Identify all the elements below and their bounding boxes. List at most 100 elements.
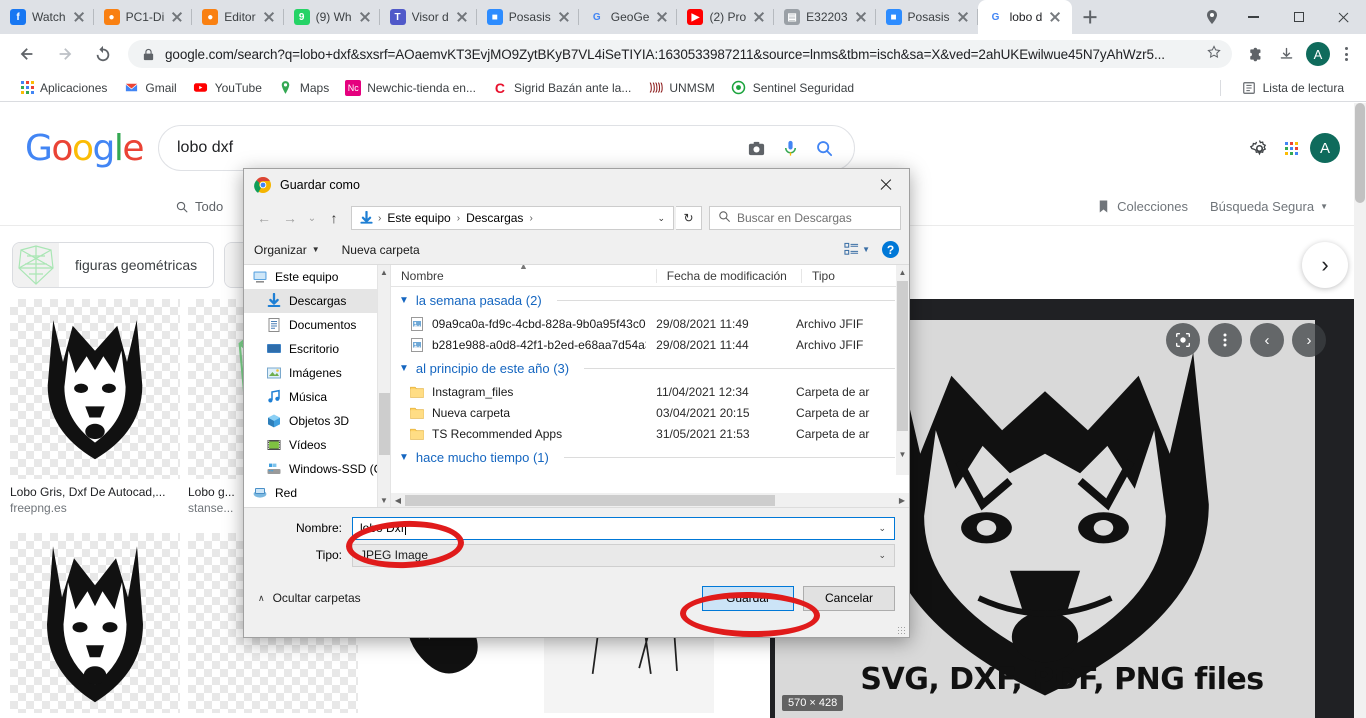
browser-tab-9[interactable]: ■ Posasis — [876, 0, 978, 34]
sidebar-scroll-down-icon[interactable]: ▼ — [378, 493, 390, 507]
table-row[interactable]: Nueva carpeta 03/04/2021 20:15 Carpeta de … — [391, 402, 909, 423]
file-list-hscrollbar[interactable]: ◀ ▶ — [391, 493, 909, 507]
browser-tab-5[interactable]: ■ Posasis — [477, 0, 579, 34]
file-group-header-2[interactable]: ▼ hace mucho tiempo (1) — [391, 444, 909, 470]
list-scroll-left-icon[interactable]: ◀ — [391, 496, 405, 505]
new-tab-button[interactable] — [1076, 3, 1104, 31]
table-row[interactable]: b281e988-a0d8-42f1-b2ed-e68aa7d54a37 29/0… — [391, 334, 909, 355]
column-header-type[interactable]: Tipo — [801, 269, 909, 283]
filename-input[interactable]: lobo Dxf ⌄ — [352, 516, 895, 540]
tab-close-icon[interactable] — [956, 10, 970, 24]
google-avatar[interactable]: A — [1310, 133, 1340, 163]
sidebar-item-v-deos[interactable]: Vídeos — [244, 433, 390, 457]
file-list-hscrollbar-thumb[interactable] — [405, 494, 775, 506]
sidebar-scroll-up-icon[interactable]: ▲ — [378, 265, 390, 279]
tab-close-icon[interactable] — [262, 10, 276, 24]
cancel-button[interactable]: Cancelar — [803, 585, 895, 611]
downloads-icon[interactable] — [1273, 41, 1299, 67]
breadcrumb[interactable]: › Este equipo › Descargas › ⌄ — [351, 206, 674, 230]
bookmark-item-0[interactable]: Aplicaciones — [10, 77, 115, 99]
table-row[interactable] — [391, 470, 909, 473]
chevron-down-icon[interactable]: ▼ — [399, 363, 409, 374]
file-list-vscrollbar-thumb[interactable] — [897, 281, 908, 431]
tab-all[interactable]: Todo — [175, 199, 223, 214]
browser-tab-4[interactable]: T Visor d — [380, 0, 477, 34]
dialog-search-box[interactable]: Buscar en Descargas — [709, 206, 901, 230]
browser-tab-8[interactable]: ▤ E32203 — [774, 0, 876, 34]
safe-search-button[interactable]: Búsqueda Segura ▼ — [1210, 199, 1328, 214]
chips-next-button[interactable]: › — [1302, 242, 1348, 288]
browser-tab-10[interactable]: Globo d — [977, 0, 1073, 34]
prev-arrow-icon[interactable]: ‹ — [1250, 323, 1284, 357]
address-bar[interactable]: google.com/search?q=lobo+dxf&sxsrf=AOaem… — [128, 40, 1232, 68]
column-header-date[interactable]: Fecha de modificación — [655, 269, 801, 283]
list-scroll-down-icon[interactable]: ▼ — [896, 447, 909, 461]
tab-close-icon[interactable] — [358, 10, 372, 24]
tab-close-icon[interactable] — [557, 10, 571, 24]
tab-close-icon[interactable] — [1048, 10, 1062, 24]
file-group-header-0[interactable]: ▼ la semana pasada (2) — [391, 287, 909, 313]
related-chip-0[interactable]: figuras geométricas — [12, 242, 215, 288]
lens-icon[interactable] — [1166, 323, 1200, 357]
result-card[interactable]: Lobo Gris, Dxf De Autocad,... freepng.es — [10, 299, 180, 521]
sidebar-scrollbar-thumb[interactable] — [379, 393, 390, 455]
result-thumbnail[interactable] — [10, 533, 180, 713]
dialog-forward-button[interactable]: → — [278, 206, 302, 230]
dialog-up-button[interactable]: ↑ — [322, 206, 346, 230]
star-icon[interactable] — [1206, 44, 1222, 64]
dialog-close-button[interactable] — [869, 170, 903, 200]
more-options-icon[interactable] — [1208, 323, 1242, 357]
browser-tab-2[interactable]: ● Editor — [192, 0, 284, 34]
forward-button[interactable] — [51, 40, 79, 68]
search-icon[interactable] — [812, 136, 836, 160]
reading-list-button[interactable]: Lista de lectura — [1233, 77, 1352, 99]
sidebar-item-descargas[interactable]: Descargas — [244, 289, 390, 313]
microphone-icon[interactable] — [778, 136, 802, 160]
sidebar-item-im-genes[interactable]: Imágenes — [244, 361, 390, 385]
sidebar-item-documentos[interactable]: Documentos — [244, 313, 390, 337]
browser-tab-7[interactable]: ▶ (2) Pro — [677, 0, 775, 34]
chevron-down-icon[interactable]: ▼ — [399, 295, 409, 306]
search-input[interactable]: lobo dxf — [177, 139, 734, 157]
minimize-button[interactable] — [1231, 0, 1276, 34]
bookmark-item-2[interactable]: YouTube — [185, 77, 270, 99]
bookmark-item-4[interactable]: Nc Newchic-tienda en... — [337, 77, 484, 99]
bookmark-item-3[interactable]: Maps — [270, 77, 337, 99]
tab-close-icon[interactable] — [455, 10, 469, 24]
result-card[interactable] — [10, 533, 180, 718]
bookmark-item-7[interactable]: Sentinel Seguridad — [723, 77, 862, 99]
breadcrumb-item-downloads[interactable]: Descargas — [463, 211, 526, 225]
save-button[interactable]: Guardar — [702, 585, 794, 611]
chrome-menu-button[interactable] — [1334, 42, 1358, 66]
breadcrumb-dropdown-icon[interactable]: ⌄ — [649, 213, 673, 224]
sidebar-item-windows-ssd-c[interactable]: Windows-SSD (C — [244, 457, 390, 481]
filetype-select[interactable]: JPEG Image ⌄ — [352, 543, 895, 567]
new-folder-button[interactable]: Nueva carpeta — [342, 243, 420, 257]
table-row[interactable]: 09a9ca0a-fd9c-4cbd-828a-9b0a95f43c0c 29/0… — [391, 313, 909, 334]
filename-dropdown-icon[interactable]: ⌄ — [870, 523, 894, 534]
bookmark-item-6[interactable]: UNMSM — [639, 77, 722, 99]
tab-close-icon[interactable] — [854, 10, 868, 24]
hscroll-track[interactable] — [405, 494, 895, 506]
list-scroll-up-icon[interactable]: ▲ — [896, 265, 909, 279]
sidebar-scrollbar[interactable]: ▲ ▼ — [377, 265, 390, 507]
browser-tab-6[interactable]: G GeoGe — [579, 0, 678, 34]
bookmark-item-5[interactable]: C Sigrid Bazán ante la... — [484, 77, 639, 99]
browser-tab-3[interactable]: 9 (9) Wh — [284, 0, 380, 34]
google-search-bar[interactable]: lobo dxf — [158, 125, 855, 171]
sidebar-item-este-equipo[interactable]: Este equipo — [244, 265, 390, 289]
tab-close-icon[interactable] — [655, 10, 669, 24]
gear-icon[interactable] — [1247, 136, 1271, 160]
breadcrumb-item-this-pc[interactable]: Este equipo — [384, 211, 453, 225]
dialog-refresh-button[interactable]: ↻ — [676, 206, 702, 230]
camera-icon[interactable] — [744, 136, 768, 160]
sidebar-item-escritorio[interactable]: Escritorio — [244, 337, 390, 361]
sidebar-item-red[interactable]: Red — [244, 481, 390, 505]
profile-pin-icon[interactable] — [1199, 4, 1225, 30]
reload-button[interactable] — [89, 40, 117, 68]
view-options-icon[interactable]: ▼ — [844, 242, 870, 257]
list-scroll-right-icon[interactable]: ▶ — [895, 496, 909, 505]
tab-close-icon[interactable] — [752, 10, 766, 24]
tab-close-icon[interactable] — [72, 10, 86, 24]
file-list-vscrollbar[interactable]: ▲ ▼ — [896, 265, 909, 475]
